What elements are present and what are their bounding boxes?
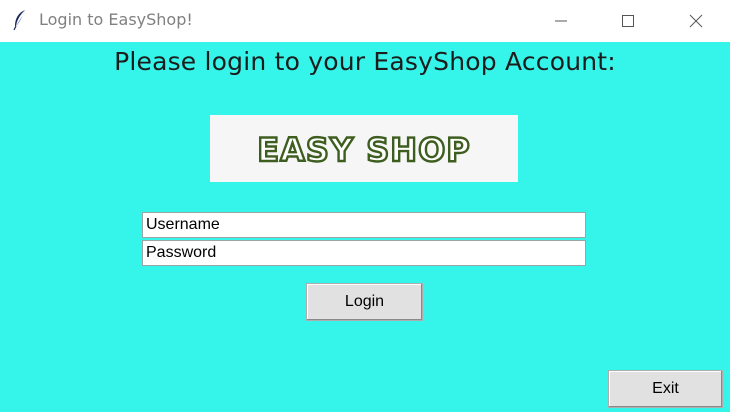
logo-text: EASY SHOP [257, 131, 470, 169]
title-bar: Login to EasyShop! [0, 0, 730, 42]
login-button[interactable]: Login [306, 283, 423, 321]
minimize-button[interactable] [538, 0, 584, 42]
close-button[interactable] [673, 0, 719, 42]
feather-icon [13, 10, 25, 31]
exit-button[interactable]: Exit [608, 370, 723, 408]
logo-graphic: EASY SHOP [256, 130, 471, 170]
page-heading: Please login to your EasyShop Account: [114, 47, 616, 76]
minimize-icon [555, 20, 567, 22]
login-window-body: Please login to your EasyShop Account: E… [0, 42, 730, 412]
window-title: Login to EasyShop! [39, 10, 193, 29]
exit-button-label: Exit [652, 380, 679, 397]
maximize-icon [622, 15, 634, 27]
close-icon [689, 14, 703, 28]
login-button-label: Login [344, 293, 385, 310]
maximize-button[interactable] [605, 0, 651, 42]
easyshop-logo: EASY SHOP [210, 115, 518, 182]
username-field[interactable] [142, 212, 586, 238]
password-field[interactable] [142, 240, 586, 266]
